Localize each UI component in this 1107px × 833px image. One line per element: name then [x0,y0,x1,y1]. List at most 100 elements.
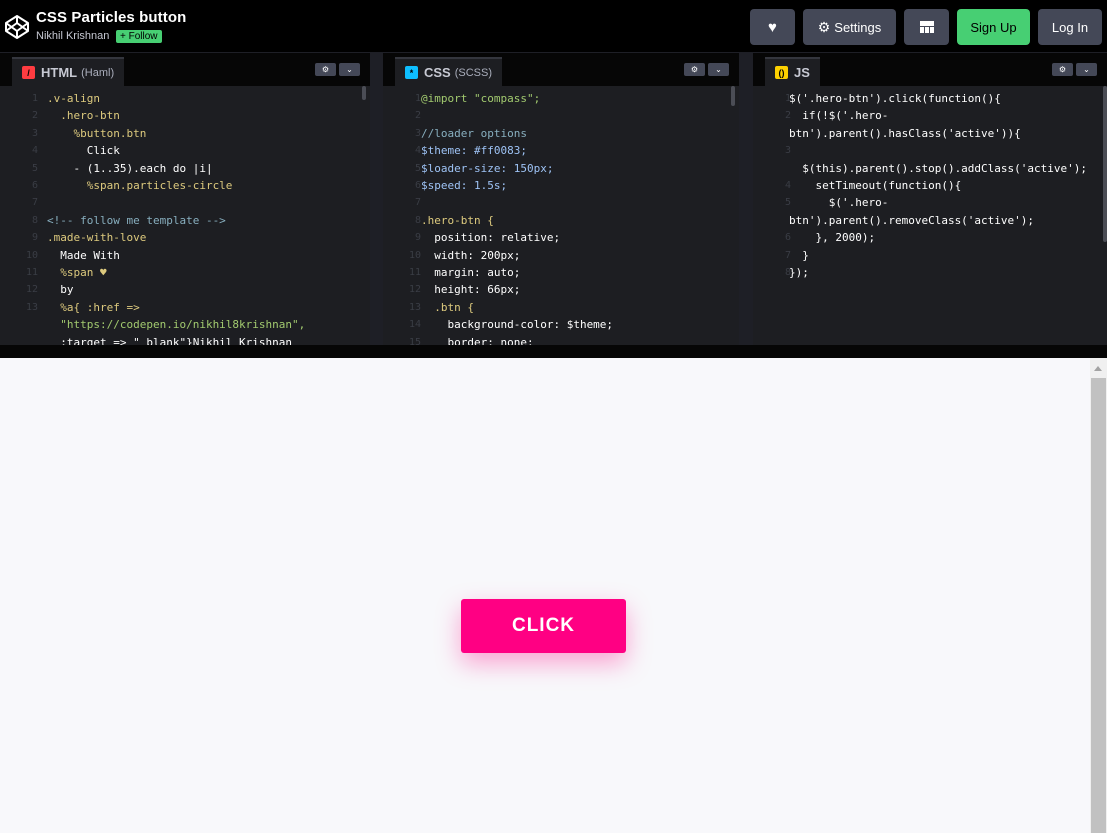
code-text: %button.btn [47,126,147,140]
line-number: 5 [414,162,421,174]
gear-icon: ⚙ [1058,65,1067,74]
code-text: .hero-btn [47,109,120,123]
code-line: $(this).parent().stop().addClass('active… [753,160,1107,177]
html-collapse-button[interactable]: ⌄ [339,63,360,76]
code-text: }); [789,266,809,279]
code-line: 3 [753,142,1107,159]
line-number: 8 [31,214,38,226]
css-collapse-button[interactable]: ⌄ [708,63,729,76]
code-text: btn').parent().removeClass('active'); [789,213,1035,227]
code-line: 1 $('.hero-btn').click(function(){ [753,90,1107,107]
code-line: 13 %a{ :href => [0,299,370,316]
gear-icon: ⚙ [690,65,699,74]
js-settings-button[interactable]: ⚙ [1052,63,1073,76]
code-line: 5 - (1..35).each do |i| [0,160,370,177]
js-panel-header: () JS ⚙ ⌄ [753,53,1107,86]
login-button[interactable]: Log In [1038,9,1102,45]
css-scrollbar[interactable] [731,86,735,106]
code-text: background-color: $theme; [421,318,614,332]
code-text: :target => "_blank"}Nikhil Krishnan [47,335,293,345]
line-number: 7 [414,197,421,209]
heart-icon: ♥ [768,18,777,36]
line-number: 1 [784,93,791,104]
css-tab[interactable]: * CSS (SCSS) [395,57,503,86]
line-number: 9 [31,232,38,244]
author-link[interactable]: Nikhil Krishnan [36,30,109,42]
pen-title: CSS Particles button [36,9,187,26]
code-text: - (1..35).each do |i| [47,161,213,175]
layout-button[interactable] [904,9,949,45]
line-number: 9 [414,232,421,244]
code-text: %span.particles-circle [47,179,233,192]
html-code[interactable]: 1 .v-align 2 .hero-btn 3 %button.btn 4 Click… [0,86,370,345]
code-line: 10 width: 200px; [383,247,739,264]
code-text: //loader options [421,126,527,140]
code-line: 8 <!-- follow me template --> [0,212,370,229]
js-badge-icon: () [775,66,788,79]
line-number: 10 [25,249,38,261]
code-text: %span ♥ [47,266,107,279]
code-text: Click [47,144,120,158]
css-badge-icon: * [405,66,418,79]
follow-button[interactable]: + Follow [116,30,162,43]
resize-divider[interactable] [0,345,1107,358]
codepen-logo-icon[interactable] [4,14,30,40]
line-number: 3 [414,127,421,139]
line-number: 6 [784,232,791,244]
code-line: 15 border: none; [383,334,739,345]
html-tab-label: HTML [41,65,78,80]
code-text: width: 200px; [421,248,521,262]
line-number: 8 [414,214,421,226]
html-settings-button[interactable]: ⚙ [315,63,336,76]
code-line: :target => "_blank"}Nikhil Krishnan [0,334,370,345]
code-text: $loader-size: 150px; [421,161,554,175]
scrollbar-thumb[interactable] [1091,378,1106,833]
line-number: 4 [31,145,38,157]
code-line: 6 $speed: 1.5s; [383,177,739,194]
css-tab-sub: (SCSS) [454,66,493,79]
line-number: 13 [25,301,38,313]
code-text: }, 2000); [789,231,876,245]
line-number: 7 [784,249,791,261]
line-number: 13 [408,301,421,313]
js-code[interactable]: 1 $('.hero-btn').click(function(){2 if(!$… [753,86,1107,345]
click-button[interactable]: CLICK [461,599,626,653]
code-line: 5 $loader-size: 150px; [383,160,739,177]
js-scrollbar[interactable] [1103,86,1107,242]
settings-button[interactable]: ⚙ Settings [803,9,896,45]
line-number: 1 [414,93,421,104]
code-text: $speed: 1.5s; [421,179,508,192]
signup-button[interactable]: Sign Up [957,9,1030,45]
css-code[interactable]: 1 @import "compass"; 2 3//loader options 4 $t… [383,86,739,345]
code-text: setTimeout(function(){ [789,179,962,192]
line-number: 3 [31,127,38,139]
code-line: 3//loader options [383,125,739,142]
code-line: 4 Click [0,142,370,159]
code-line: 13 .btn { [383,299,739,316]
code-text: .made-with-love [47,231,147,245]
code-line: 11 margin: auto; [383,264,739,281]
line-number: 7 [31,197,38,209]
js-collapse-button[interactable]: ⌄ [1076,63,1097,76]
code-text: position: relative; [421,231,561,245]
code-line: 12 by [0,281,370,298]
line-number: 5 [31,162,38,174]
code-line: 8}); [753,264,1107,281]
heart-button[interactable]: ♥ [750,9,795,45]
html-scrollbar[interactable] [362,86,366,100]
js-tab[interactable]: () JS [765,57,820,86]
gear-icon: ⚙ [321,65,330,74]
preview-pane [0,358,1090,833]
scroll-up-arrow-icon[interactable] [1094,366,1102,371]
chevron-down-icon: ⌄ [346,65,353,74]
html-tab[interactable]: / HTML (Haml) [12,57,125,86]
css-settings-button[interactable]: ⚙ [684,63,705,76]
line-number: 11 [25,267,38,278]
html-badge-icon: / [22,66,35,79]
preview-scrollbar[interactable] [1090,358,1107,833]
line-number: 2 [31,110,38,122]
code-line: 4 setTimeout(function(){ [753,177,1107,194]
code-text: Made With [47,248,120,262]
code-line: 1 @import "compass"; [383,90,739,107]
line-number: 15 [408,336,421,345]
